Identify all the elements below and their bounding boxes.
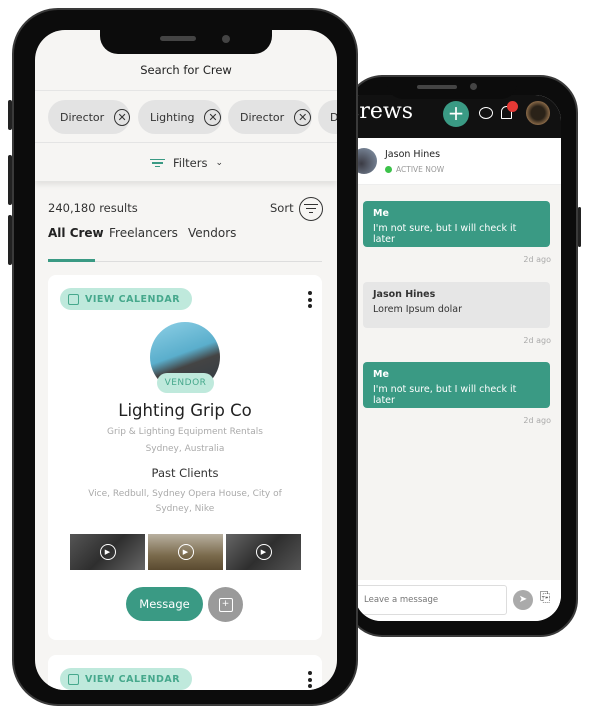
message-text: I'm not sure, but I will check it later [373,384,517,406]
play-icon: ▶ [99,544,116,560]
tab-vendors[interactable]: Vendors [188,226,236,240]
notch [387,77,517,99]
sort-label[interactable]: Sort [270,201,294,215]
message-time: 2d ago [523,255,551,264]
video-thumbnail[interactable]: ▶ [226,534,301,570]
message-bubble: Jason Hines Lorem Ipsum dolar [363,282,550,328]
message-bubble: Me I'm not sure, but I will check it late… [363,362,550,408]
chat-header: crews + [355,95,561,138]
message-bubble: Me I'm not sure, but I will check it late… [363,201,550,247]
message-button[interactable]: Message [126,587,203,621]
filter-icon [150,157,165,170]
remove-icon[interactable]: ✕ [114,108,130,126]
contact-status: ACTIVE NOW [396,165,445,174]
remove-icon[interactable]: ✕ [204,108,222,126]
video-thumbnail[interactable]: ▶ [70,534,145,570]
video-thumbnail[interactable]: ▶ [148,534,223,570]
notification-dot [507,101,518,112]
crew-card: VIEW CALENDAR VENDOR Lighting Grip Co Gr… [48,275,322,640]
chip-label: D [330,110,337,124]
calendar-icon [68,293,79,305]
crews-logo: crews [355,99,413,124]
contact-avatar [355,148,377,174]
message-list: Me I'm not sure, but I will check it late… [355,185,561,580]
chat-screen: crews + Jason Hines ACTIVE NOW Me I'm not… [355,95,561,621]
crew-phone: Search for Crew Director ✕ Lighting ✕ Dire… [8,8,358,706]
remove-icon[interactable]: ✕ [294,108,312,126]
message-input[interactable] [355,585,507,615]
more-options-icon[interactable] [308,671,312,690]
filters-label: Filters [173,156,208,170]
crew-card: VIEW CALENDAR [48,655,322,690]
side-button [8,215,12,265]
composer: ➤ ⎘ [355,580,561,621]
paperclip-icon[interactable]: ⎘ [540,590,550,605]
add-to-calendar-button[interactable]: + [208,587,243,622]
calendar-plus-icon: + [218,597,233,612]
calendar-icon [68,673,79,685]
vendor-badge: VENDOR [157,373,214,393]
vendor-category: Grip & Lighting Equipment Rentals [107,427,263,437]
crew-screen: Search for Crew Director ✕ Lighting ✕ Dire… [35,30,337,690]
message-time: 2d ago [523,336,551,345]
add-button[interactable]: + [443,101,469,127]
message-sender: Me [373,208,389,219]
filter-chip[interactable]: D [318,100,337,134]
contact-row: Jason Hines ACTIVE NOW [355,138,561,185]
more-options-icon[interactable] [308,291,312,311]
view-calendar-label: VIEW CALENDAR [85,293,181,305]
user-avatar[interactable] [526,101,550,125]
filter-chip[interactable]: Director ✕ [228,100,312,134]
notch [100,10,272,54]
tab-freelancers[interactable]: Freelancers [109,226,178,240]
chip-label: Lighting [150,110,195,124]
past-clients-heading: Past Clients [151,466,219,480]
chevron-down-icon: ⌄ [215,158,224,168]
active-tab-indicator [48,259,95,262]
message-time: 2d ago [523,416,551,425]
message-text: Lorem Ipsum dolar [373,304,463,315]
tab-all-crew[interactable]: All Crew [48,226,104,240]
contact-name: Jason Hines [385,149,441,160]
past-clients-list: Vice, Redbull, Sydney Opera House, City … [88,489,282,514]
filters-bar: Filters ⌄ [35,143,337,181]
play-icon: ▶ [255,544,272,560]
side-button [8,155,12,205]
results-count: 240,180 results [48,201,138,215]
online-indicator [385,166,392,173]
play-icon: ▶ [177,544,194,560]
chip-label: Director [60,110,105,124]
chat-phone: crews + Jason Hines ACTIVE NOW Me I'm not… [345,75,581,637]
filter-chip[interactable]: Director ✕ [48,100,130,134]
side-button [578,207,581,247]
filter-chip[interactable]: Lighting ✕ [138,100,222,134]
message-sender: Jason Hines [373,289,436,300]
message-text: I'm not sure, but I will check it later [373,223,517,245]
filters-button[interactable]: Filters ⌄ [150,153,240,173]
side-button [8,100,12,130]
vendor-name[interactable]: Lighting Grip Co [48,401,322,420]
view-calendar-button[interactable]: VIEW CALENDAR [60,288,193,310]
view-calendar-button[interactable]: VIEW CALENDAR [60,668,193,690]
view-calendar-label: VIEW CALENDAR [85,673,181,685]
send-icon[interactable]: ➤ [513,590,533,610]
page-title: Search for Crew [140,63,232,77]
message-sender: Me [373,369,389,380]
chip-label: Director [240,110,285,124]
chat-icon[interactable] [479,107,493,119]
vendor-location: Sydney, Australia [145,444,225,454]
sort-icon[interactable] [299,197,323,221]
